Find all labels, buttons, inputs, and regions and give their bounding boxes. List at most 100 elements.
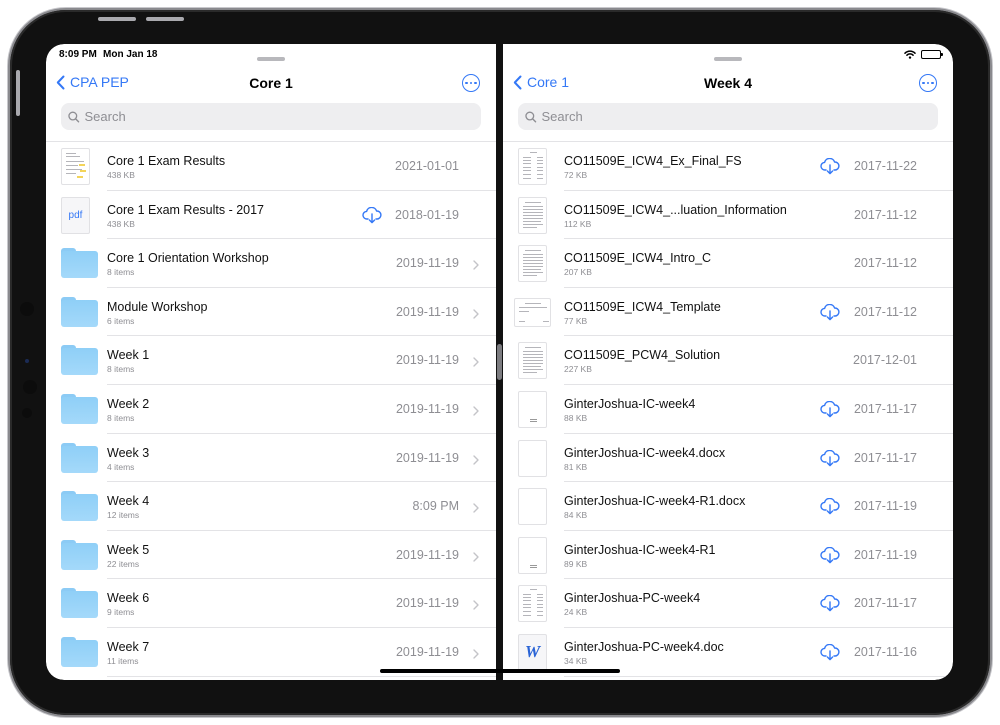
- search-input[interactable]: [541, 109, 938, 124]
- cloud-download-icon[interactable]: [820, 303, 840, 326]
- wifi-icon: [904, 50, 916, 59]
- search-bar[interactable]: [61, 103, 481, 130]
- item-detail: 22 items: [107, 558, 140, 569]
- document-thumbnail-icon: [518, 342, 547, 380]
- item-date: 2017-11-12: [853, 304, 917, 319]
- spreadsheet-thumbnail-icon: [518, 585, 547, 623]
- file-row[interactable]: Core 1 Exam Results 438 KB 2021-01-01: [46, 142, 496, 191]
- folder-row[interactable]: Core 1 Orientation Workshop 8 items 2019-1…: [46, 239, 496, 288]
- folder-row[interactable]: Week 18 items 2019-11-19: [46, 336, 496, 385]
- camera-sensor: [20, 302, 34, 316]
- cloud-download-icon[interactable]: [820, 546, 840, 569]
- item-date: 2021-01-01: [395, 159, 459, 173]
- item-detail: 4 items: [107, 461, 135, 472]
- item-name: GinterJoshua-IC-week4-R1.docx: [564, 494, 746, 509]
- folder-row[interactable]: Week 69 items 2019-11-19: [46, 579, 496, 628]
- word-file-icon: W: [518, 633, 547, 671]
- item-date: 2017-12-01: [853, 353, 917, 368]
- file-row[interactable]: CO11509E_ICW4_Intro_C 207 KB 2017-11-12: [503, 239, 953, 288]
- more-options-button[interactable]: [462, 74, 480, 92]
- item-detail: 72 KB: [564, 170, 588, 180]
- multitasking-grabber[interactable]: [714, 57, 742, 61]
- chevron-right-icon: [473, 306, 479, 324]
- file-list: CO11509E_ICW4_Ex_Final_FS 72 KB 2017-11-22…: [503, 141, 953, 677]
- file-row[interactable]: GinterJoshua-IC-week4.docx 81 KB 2017-11-1…: [503, 434, 953, 483]
- item-date: 2019-11-19: [395, 450, 459, 465]
- folder-icon: [61, 588, 98, 619]
- search-bar[interactable]: [518, 103, 938, 130]
- volume-down-button: [146, 17, 184, 21]
- item-date: 2017-11-17: [853, 596, 917, 611]
- folder-icon: [61, 442, 98, 473]
- folder-row[interactable]: Week 5 22 items 2019-11-19: [46, 531, 496, 580]
- nav-bar: CPA PEP Core 1: [46, 70, 496, 96]
- file-row[interactable]: GinterJoshua-IC-week4-R1 89 KB 2017-11-19: [503, 531, 953, 580]
- cloud-download-icon[interactable]: [820, 595, 840, 617]
- file-row[interactable]: CO11509E_ICW4_Ex_Final_FS 72 KB 2017-11-22: [503, 142, 953, 191]
- folder-icon: [61, 491, 98, 522]
- search-icon: [68, 111, 80, 123]
- cloud-download-icon[interactable]: [820, 157, 840, 180]
- chevron-right-icon: [473, 257, 479, 275]
- left-pane: 8:09 PM Mon Jan 18 CPA PEP Core 1 Core 1…: [46, 44, 496, 680]
- item-name: GinterJoshua-IC-week4-R1: [564, 542, 716, 557]
- document-thumbnail-icon: [514, 297, 551, 327]
- file-row[interactable]: GinterJoshua-IC-week4 88 KB 2017-11-17: [503, 385, 953, 434]
- folder-row[interactable]: Week 34 items 2019-11-19: [46, 434, 496, 483]
- search-icon: [525, 111, 537, 123]
- cloud-download-icon[interactable]: [362, 206, 382, 229]
- battery-icon: [921, 50, 943, 59]
- split-view-divider-handle[interactable]: [497, 344, 502, 380]
- item-detail: 24 KB: [564, 607, 588, 618]
- file-row[interactable]: CO11509E_ICW4_...luation_Information 112 …: [503, 191, 953, 240]
- item-date: 2019-11-19: [395, 256, 459, 271]
- item-detail: 77 KB: [564, 315, 588, 326]
- item-detail: 88 KB: [564, 412, 588, 423]
- screen: 8:09 PM Mon Jan 18 CPA PEP Core 1 Core 1…: [46, 44, 953, 680]
- item-detail: 8 items: [107, 364, 135, 375]
- file-row[interactable]: GinterJoshua-IC-week4-R1.docx 84 KB 2017-1…: [503, 482, 953, 531]
- chevron-right-icon: [473, 452, 479, 470]
- item-detail: 34 KB: [564, 655, 588, 666]
- file-row[interactable]: CO11509E_PCW4_Solution 227 KB 2017-12-01: [503, 336, 953, 385]
- item-date: 2017-11-17: [853, 450, 917, 465]
- search-input[interactable]: [84, 109, 481, 124]
- back-button[interactable]: CPA PEP: [56, 74, 129, 90]
- item-date: 2019-11-19: [395, 304, 459, 319]
- cloud-download-icon[interactable]: [820, 449, 840, 472]
- multitasking-grabber[interactable]: [257, 57, 285, 61]
- file-row[interactable]: GinterJoshua-PC-week4 24 KB 2017-11-17: [503, 579, 953, 628]
- chevron-left-icon: [513, 75, 522, 89]
- document-thumbnail-icon: [518, 488, 547, 526]
- item-name: GinterJoshua-IC-week4.docx: [564, 445, 726, 460]
- folder-row[interactable]: Week 28 items 2019-11-19: [46, 385, 496, 434]
- cloud-download-icon[interactable]: [820, 400, 840, 423]
- back-button[interactable]: Core 1: [513, 74, 569, 90]
- spreadsheet-thumbnail-icon: [518, 148, 547, 185]
- item-detail: 8 items: [107, 267, 135, 278]
- item-name: CO11509E_PCW4_Solution: [564, 348, 721, 363]
- folder-row[interactable]: Module Workshop 6 items 2019-11-19: [46, 288, 496, 337]
- item-name: Week 3: [107, 445, 150, 460]
- chevron-right-icon: [473, 597, 479, 615]
- camera-sensor: [23, 380, 37, 394]
- cloud-download-icon[interactable]: [820, 497, 840, 520]
- item-name: CO11509E_ICW4_Intro_C: [564, 251, 712, 266]
- item-date: 2017-11-17: [853, 401, 917, 416]
- home-indicator[interactable]: [380, 669, 620, 673]
- file-row[interactable]: pdf Core 1 Exam Results - 2017 438 KB 2018-…: [46, 191, 496, 240]
- pdf-file-icon: pdf: [61, 196, 90, 234]
- front-camera-icon: [25, 359, 29, 363]
- file-row[interactable]: CO11509E_ICW4_Template 77 KB 2017-11-12: [503, 288, 953, 337]
- status-bar: 8:09 PM Mon Jan 18: [46, 48, 496, 62]
- folder-row[interactable]: Week 4 12 items 8:09 PM: [46, 482, 496, 531]
- folder-icon: [61, 345, 98, 376]
- item-name: CO11509E_ICW4_Ex_Final_FS: [564, 154, 742, 168]
- item-name: Week 5: [107, 542, 150, 557]
- chevron-right-icon: [473, 646, 479, 664]
- more-options-button[interactable]: [919, 74, 937, 92]
- item-name: GinterJoshua-PC-week4: [564, 591, 701, 606]
- folder-icon: [61, 248, 98, 279]
- folder-icon: [61, 636, 98, 667]
- cloud-download-icon[interactable]: [820, 643, 840, 666]
